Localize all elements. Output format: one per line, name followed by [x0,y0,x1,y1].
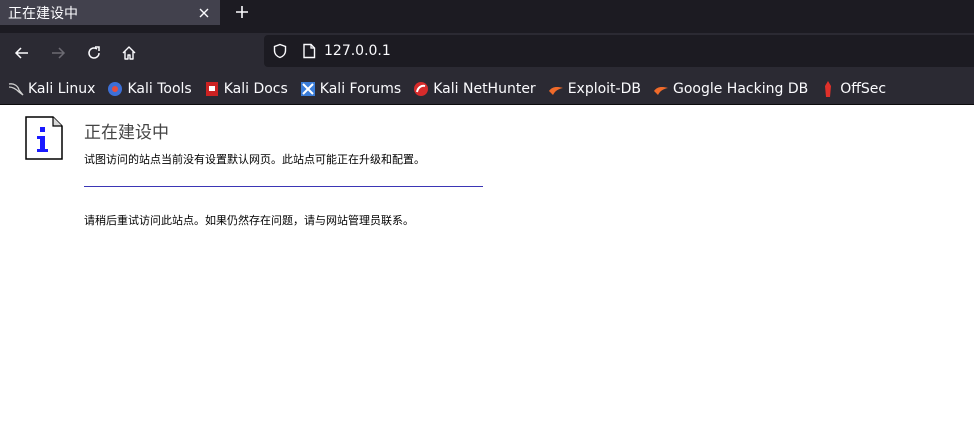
forward-arrow-icon[interactable] [46,41,70,65]
browser-window: 正在建设中 127.0.0.1 Kali Linux Kali Tools Ka… [0,0,974,432]
url-bar[interactable]: 127.0.0.1 [264,35,974,67]
bookmark-label: Google Hacking DB [672,80,809,97]
bookmark-label: Exploit-DB [567,80,641,97]
bookmark-exploit-db[interactable]: Exploit-DB [548,77,641,101]
bookmark-label: OffSec [840,80,887,97]
page-heading: 正在建设中 [84,123,169,143]
shield-icon[interactable] [272,43,288,59]
bookmark-kali-forums[interactable]: Kali Forums [300,77,401,101]
kali-forums-icon [300,81,316,97]
exploit-db-icon [548,81,564,97]
bookmark-label: Kali Linux [28,80,96,97]
plus-icon[interactable] [230,0,254,24]
nav-bar: 127.0.0.1 [0,33,974,73]
tab-title: 正在建设中 [8,5,78,22]
close-icon[interactable] [192,1,216,25]
page-icon[interactable] [302,43,316,59]
back-arrow-icon[interactable] [10,41,34,65]
nethunter-icon [413,81,429,97]
bookmark-kali-nethunter[interactable]: Kali NetHunter [413,77,536,101]
kali-docs-icon [204,81,220,97]
bookmark-label: Kali NetHunter [433,80,536,97]
bookmark-label: Kali Forums [319,80,402,97]
ghdb-icon [653,81,669,97]
bookmark-label: Kali Docs [223,80,288,97]
kali-dragon-icon [8,81,24,97]
message-text-2: 请稍后重试访问此站点。如果仍然存在问题，请与网站管理员联系。 [84,214,414,227]
bookmark-google-hacking-db[interactable]: Google Hacking DB [653,77,808,101]
bookmark-label: Kali Tools [127,80,192,97]
bookmark-kali-linux[interactable]: Kali Linux [8,77,95,101]
message-text-1: 试图访问的站点当前没有设置默认网页。此站点可能正在升级和配置。 [84,153,425,166]
reload-icon[interactable] [82,41,106,65]
bookmark-kali-tools[interactable]: Kali Tools [107,77,192,101]
bookmark-kali-docs[interactable]: Kali Docs [204,77,288,101]
kali-tools-icon [107,81,123,97]
bookmark-offsec[interactable]: OffSec [820,77,886,101]
offsec-icon [820,80,836,97]
page-content: 正在建设中 试图访问的站点当前没有设置默认网页。此站点可能正在升级和配置。 请稍… [0,105,974,432]
bookmarks-bar: Kali Linux Kali Tools Kali Docs Kali For… [0,73,974,105]
home-icon[interactable] [117,41,141,65]
divider [84,186,483,187]
info-document-icon [25,116,63,164]
tab-active[interactable]: 正在建设中 [0,0,220,25]
tab-strip: 正在建设中 [0,0,974,33]
url-text[interactable]: 127.0.0.1 [324,43,391,59]
